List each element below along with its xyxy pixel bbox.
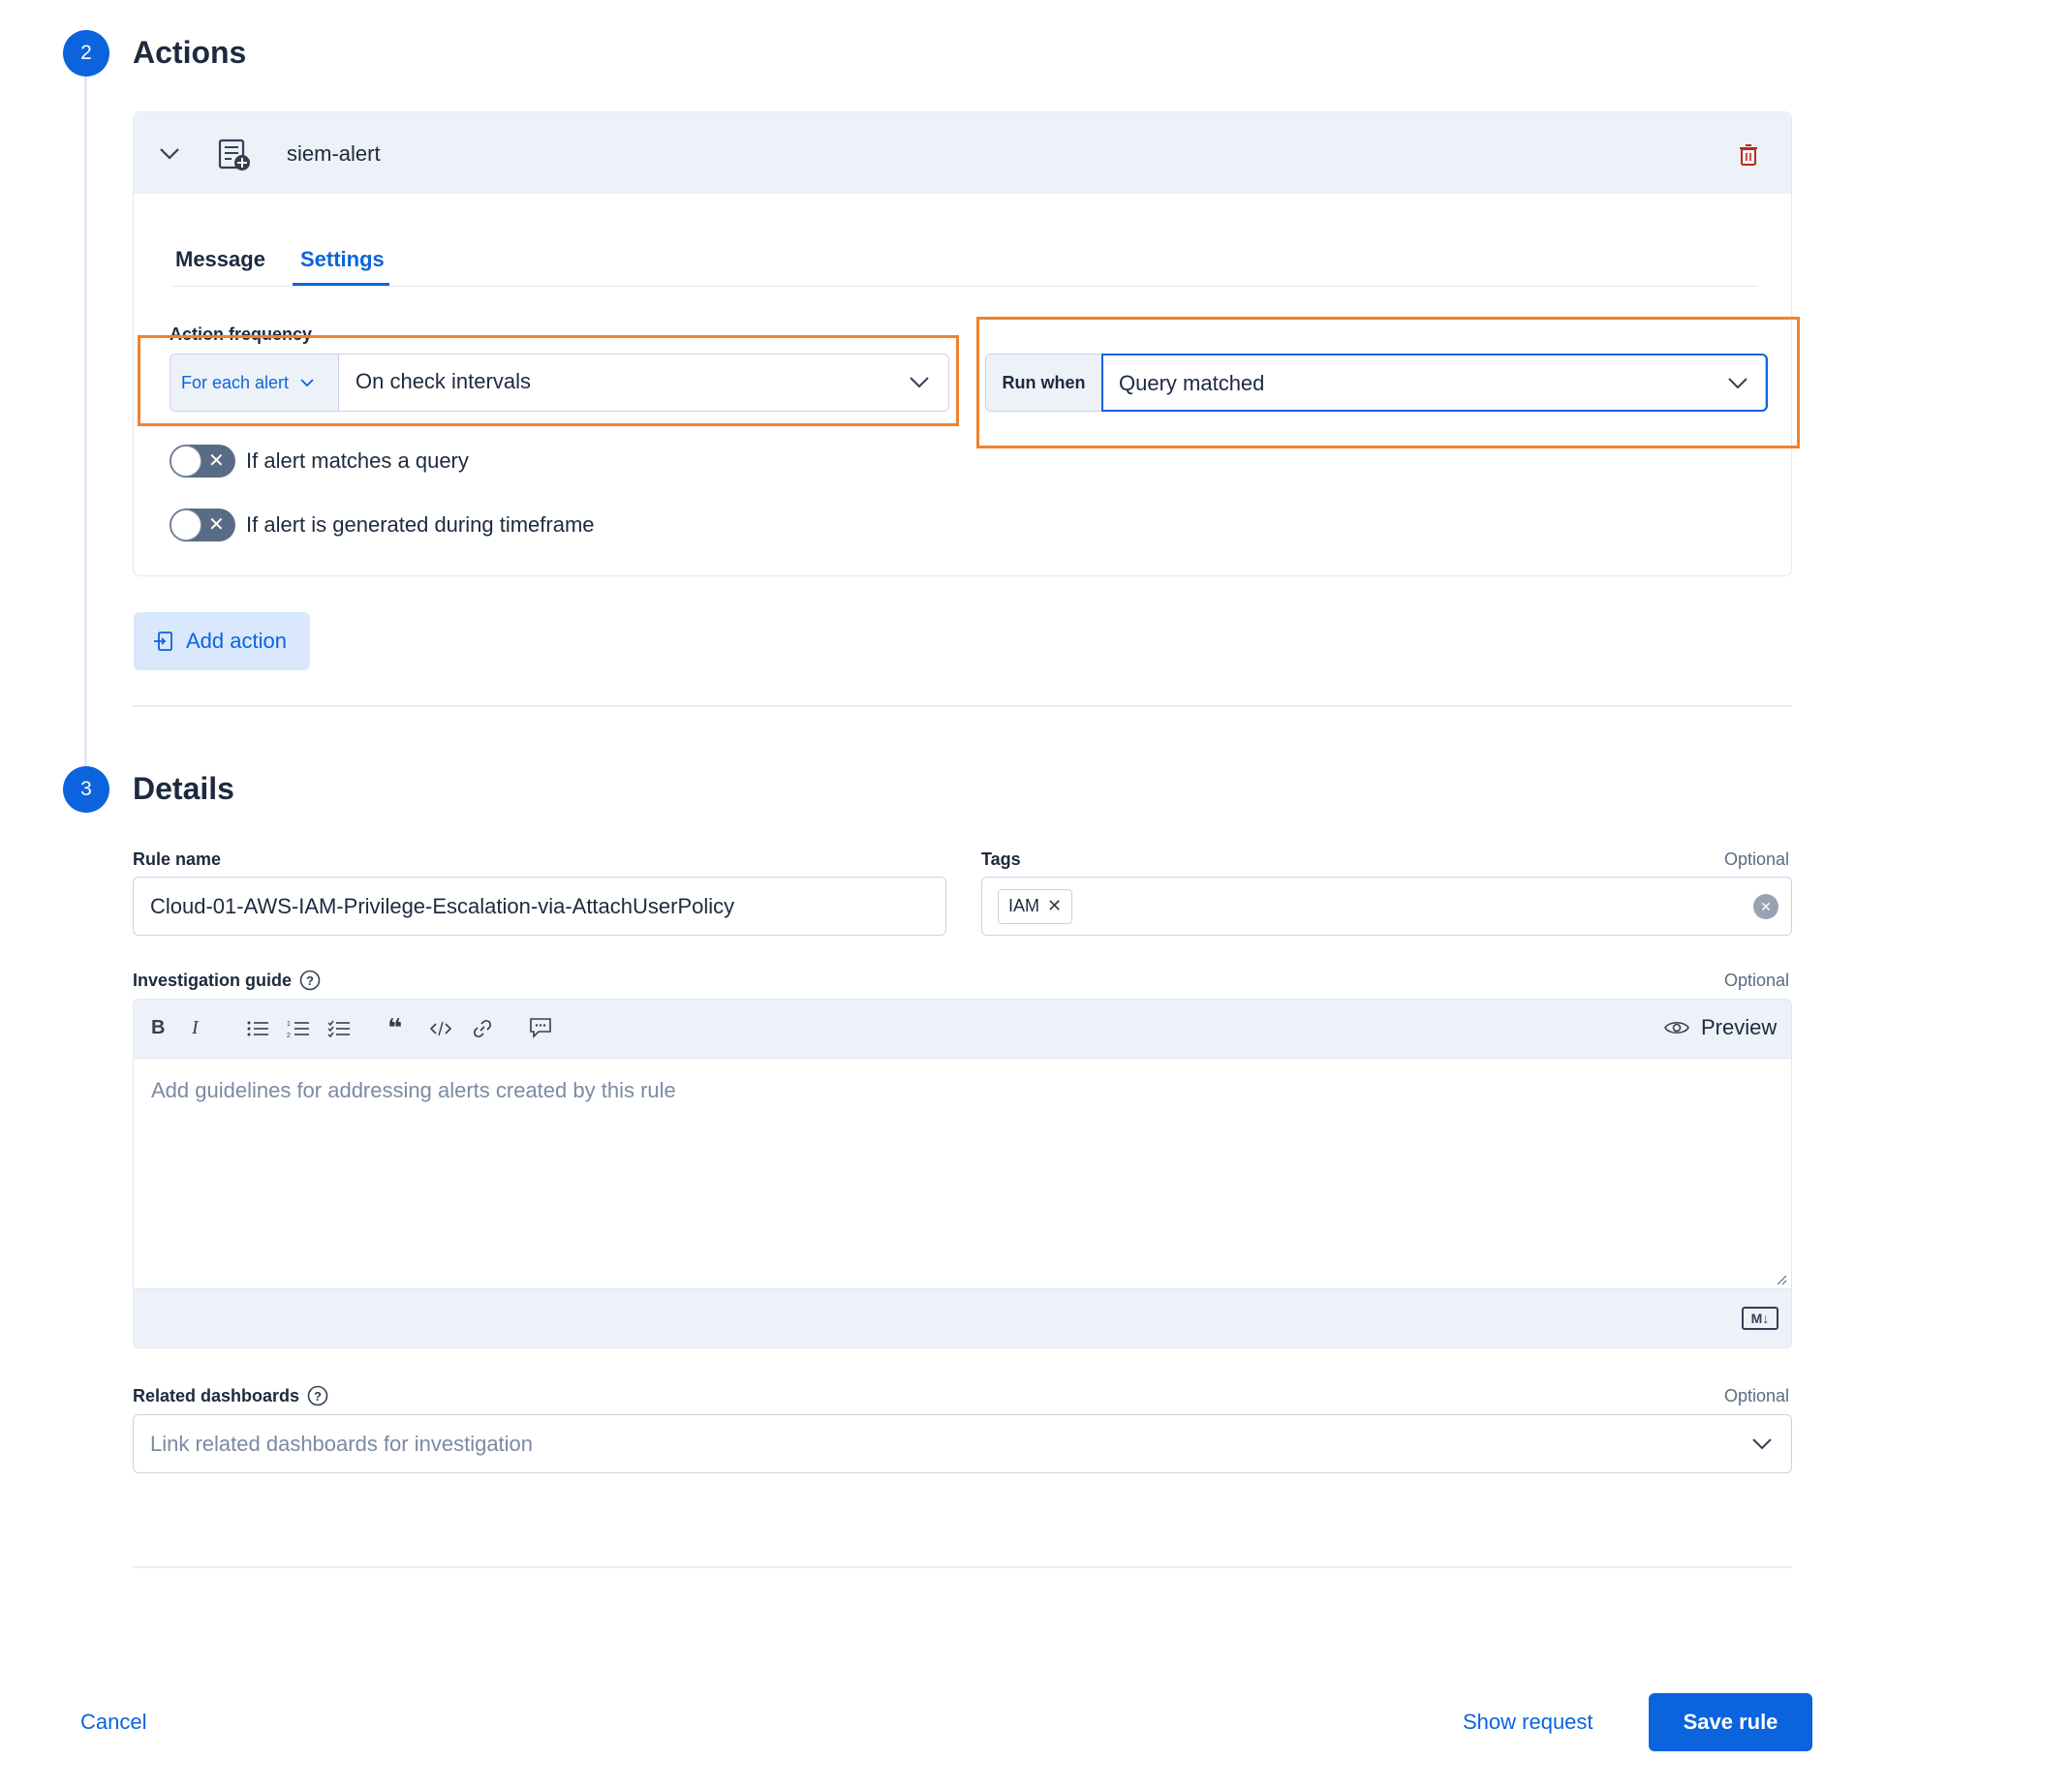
- plugs-icon: [153, 631, 174, 652]
- markdown-footer: M↓: [133, 1288, 1792, 1348]
- comment-icon[interactable]: [529, 1017, 552, 1038]
- step-number: 3: [80, 778, 92, 800]
- frequency-select: For each alert On check intervals: [170, 354, 949, 412]
- tabs-divider: [171, 286, 1757, 287]
- italic-icon[interactable]: I: [192, 1017, 199, 1039]
- timeframe-toggle-label: If alert is generated during timeframe: [246, 512, 595, 537]
- run-when-label: Run when: [1002, 372, 1086, 392]
- dashboards-optional: Optional: [1724, 1386, 1790, 1405]
- frequency-prepend-label: For each alert: [181, 372, 290, 392]
- run-when-prepend: Run when: [986, 355, 1102, 411]
- chevron-down-icon: [1749, 1434, 1775, 1455]
- investigation-optional: Optional: [1724, 971, 1790, 990]
- active-tab-indicator: [293, 283, 389, 286]
- preview-button[interactable]: Preview: [1664, 1015, 1777, 1040]
- tags-input[interactable]: IAM ✕ ✕: [981, 877, 1792, 936]
- svg-text:2: 2: [287, 1033, 291, 1038]
- preview-label: Preview: [1701, 1015, 1778, 1039]
- run-when-dropdown[interactable]: Query matched: [1101, 354, 1768, 412]
- add-action-button[interactable]: Add action: [134, 612, 310, 670]
- question-icon[interactable]: ?: [307, 1385, 328, 1406]
- step-2-badge: 2: [63, 30, 109, 77]
- investigation-label: Investigation guide: [133, 970, 293, 990]
- run-when-select: Run when Query matched: [985, 354, 1768, 412]
- close-icon: ✕: [208, 514, 225, 536]
- query-toggle-label: If alert matches a query: [246, 448, 469, 473]
- tab-settings[interactable]: Settings: [300, 247, 385, 272]
- query-toggle[interactable]: ✕: [170, 445, 235, 478]
- task-list-icon[interactable]: [327, 1019, 351, 1038]
- tags-label: Tags: [981, 849, 1021, 869]
- markdown-icon[interactable]: M↓: [1742, 1307, 1778, 1330]
- chevron-down-icon[interactable]: [155, 139, 184, 169]
- step-number: 2: [80, 42, 92, 64]
- actions-title: Actions: [133, 35, 247, 70]
- dashboards-label: Related dashboards: [133, 1385, 300, 1405]
- footer-divider: [133, 1566, 1792, 1568]
- chevron-down-icon[interactable]: [907, 372, 932, 393]
- eye-icon: [1664, 1019, 1689, 1036]
- tags-optional: Optional: [1724, 849, 1790, 869]
- investigation-textarea[interactable]: Add guidelines for addressing alerts cre…: [133, 1059, 1792, 1288]
- link-icon[interactable]: [471, 1018, 494, 1039]
- cancel-button[interactable]: Cancel: [80, 1710, 146, 1735]
- svg-text:?: ?: [306, 973, 314, 988]
- save-rule-button[interactable]: Save rule: [1649, 1693, 1812, 1751]
- timeframe-toggle[interactable]: ✕: [170, 509, 235, 541]
- rule-name-value: Cloud-01-AWS-IAM-Privilege-Escalation-vi…: [150, 893, 735, 918]
- close-icon[interactable]: ✕: [1047, 896, 1062, 916]
- tag-label: IAM: [1008, 896, 1040, 915]
- tab-message[interactable]: Message: [175, 247, 265, 272]
- chevron-down-icon: [300, 378, 314, 387]
- rule-name-label: Rule name: [133, 849, 222, 869]
- svg-text:?: ?: [314, 1389, 322, 1404]
- connector-index-icon: [215, 136, 254, 174]
- step-rail: [84, 58, 87, 794]
- bullet-list-icon[interactable]: [246, 1019, 269, 1038]
- chevron-down-icon: [1725, 373, 1750, 394]
- action-header: [134, 112, 1791, 194]
- rule-name-input[interactable]: Cloud-01-AWS-IAM-Privilege-Escalation-vi…: [133, 877, 946, 936]
- toggle-knob: [170, 446, 201, 477]
- question-icon[interactable]: ?: [299, 970, 321, 991]
- show-request-button[interactable]: Show request: [1463, 1710, 1593, 1735]
- section-divider: [133, 705, 1792, 707]
- code-icon[interactable]: [429, 1019, 452, 1038]
- dashboards-placeholder: Link related dashboards for investigatio…: [150, 1431, 534, 1456]
- tag-badge: IAM ✕: [998, 888, 1073, 924]
- dashboards-select[interactable]: Link related dashboards for investigatio…: [133, 1414, 1792, 1473]
- details-title: Details: [133, 771, 234, 806]
- add-action-label: Add action: [186, 629, 287, 653]
- trash-icon[interactable]: [1734, 140, 1763, 170]
- clear-icon[interactable]: ✕: [1753, 894, 1778, 919]
- dashboards-label-row: Related dashboards ?: [133, 1385, 328, 1406]
- resize-handle-icon[interactable]: [1776, 1273, 1787, 1285]
- investigation-label-row: Investigation guide ?: [133, 970, 321, 991]
- toggle-knob: [170, 510, 201, 540]
- connector-name: siem-alert: [287, 141, 381, 166]
- frequency-value[interactable]: On check intervals: [356, 369, 531, 394]
- frequency-prepend-button[interactable]: For each alert: [170, 355, 339, 411]
- bold-icon[interactable]: B: [151, 1017, 165, 1039]
- svg-text:1: 1: [287, 1021, 291, 1028]
- step-3-badge: 3: [63, 766, 109, 813]
- markdown-toolbar: B I 12 ❝ Preview: [133, 999, 1792, 1059]
- investigation-placeholder: Add guidelines for addressing alerts cre…: [151, 1078, 676, 1102]
- run-when-value: Query matched: [1119, 371, 1265, 395]
- quote-icon[interactable]: ❝: [387, 1013, 402, 1043]
- close-icon: ✕: [208, 450, 225, 472]
- numbered-list-icon[interactable]: 12: [287, 1019, 310, 1038]
